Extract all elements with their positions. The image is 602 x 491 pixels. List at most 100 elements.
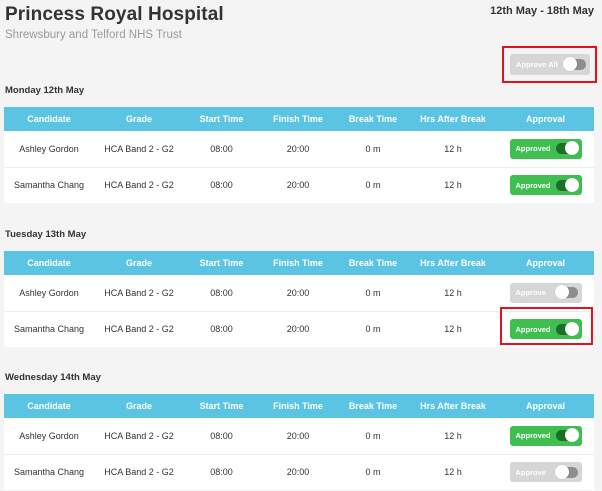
approval-cell: Approved	[497, 167, 594, 203]
finish-time-cell: 20:00	[286, 180, 310, 191]
break-time-cell: 0 m	[365, 430, 381, 441]
approve-all-label: Approve All	[516, 60, 558, 69]
approval-cell: Approved	[497, 311, 594, 347]
col-header-break-time: Break Time	[348, 258, 398, 268]
hrs-cell: 12 h	[444, 430, 462, 441]
table-header-row: Candidate Grade Start Time Finish Time B…	[4, 394, 594, 418]
finish-time-cell: 20:00	[286, 430, 310, 441]
approval-label: Approved	[515, 144, 551, 154]
hrs-cell: 12 h	[444, 324, 462, 335]
col-header-start-time: Start Time	[199, 401, 244, 411]
start-time-cell: 08:00	[210, 324, 233, 335]
start-time-cell: 08:00	[210, 467, 233, 478]
hospital-title: Princess Royal Hospital	[5, 4, 224, 25]
hrs-cell: 12 h	[444, 180, 462, 191]
approval-toggle[interactable]: Approved	[509, 138, 582, 159]
start-time-cell: 08:00	[210, 287, 233, 298]
col-header-hrs-after-break: Hrs After Break	[420, 258, 486, 268]
approve-all-highlight: Approve All	[502, 46, 597, 83]
grade-cell: HCA Band 2 - G2	[104, 143, 174, 154]
col-header-finish-time: Finish Time	[273, 401, 323, 411]
approval-cell: Approved	[497, 418, 594, 454]
candidate-cell: Samantha Chang	[13, 324, 85, 335]
candidate-cell: Ashley Gordon	[19, 287, 79, 298]
grade-cell: HCA Band 2 - G2	[104, 287, 174, 298]
grade-cell: HCA Band 2 - G2	[104, 430, 174, 441]
approval-toggle[interactable]: Approved	[509, 319, 582, 340]
trust-subtitle: Shrewsbury and Telford NHS Trust	[5, 29, 182, 41]
approval-cell: Approve	[497, 454, 594, 490]
approval-cell: Approved	[497, 131, 594, 167]
finish-time-cell: 20:00	[286, 324, 310, 335]
start-time-cell: 08:00	[210, 430, 233, 441]
approval-toggle[interactable]: Approve	[509, 282, 582, 303]
approval-label: Approved	[515, 180, 551, 190]
table-row: Samantha Chang HCA Band 2 - G2 08:00 20:…	[4, 454, 594, 490]
col-header-grade: Grade	[125, 401, 152, 411]
grade-cell: HCA Band 2 - G2	[104, 324, 174, 335]
finish-time-cell: 20:00	[286, 467, 310, 478]
table-header-row: Candidate Grade Start Time Finish Time B…	[4, 107, 594, 131]
col-header-candidate: Candidate	[27, 258, 71, 268]
col-header-approval: Approval	[525, 258, 565, 268]
approval-cell: Approve	[497, 275, 594, 311]
table-row: Ashley Gordon HCA Band 2 - G2 08:00 20:0…	[4, 275, 594, 311]
candidate-cell: Samantha Chang	[13, 180, 85, 191]
col-header-finish-time: Finish Time	[273, 258, 323, 268]
grade-cell: HCA Band 2 - G2	[104, 180, 174, 191]
toggle-switch-icon	[555, 141, 579, 156]
date-range: 12th May - 18th May	[490, 5, 594, 17]
table-row: Ashley Gordon HCA Band 2 - G2 08:00 20:0…	[4, 131, 594, 167]
shift-table: Candidate Grade Start Time Finish Time B…	[4, 251, 594, 347]
table-row: Ashley Gordon HCA Band 2 - G2 08:00 20:0…	[4, 418, 594, 454]
col-header-start-time: Start Time	[199, 258, 244, 268]
break-time-cell: 0 m	[365, 467, 381, 478]
grade-cell: HCA Band 2 - G2	[104, 467, 174, 478]
table-header-row: Candidate Grade Start Time Finish Time B…	[4, 251, 594, 275]
approval-label: Approved	[515, 431, 551, 441]
col-header-break-time: Break Time	[348, 401, 398, 411]
approval-toggle[interactable]: Approved	[509, 175, 582, 196]
col-header-hrs-after-break: Hrs After Break	[420, 401, 486, 411]
approval-label: Approve	[515, 288, 546, 298]
col-header-hrs-after-break: Hrs After Break	[420, 114, 486, 124]
toggle-switch-icon	[554, 285, 578, 300]
day-section-tuesday: Tuesday 13th May Candidate Grade Start T…	[4, 229, 594, 347]
start-time-cell: 08:00	[210, 143, 233, 154]
break-time-cell: 0 m	[365, 143, 381, 154]
table-row: Samantha Chang HCA Band 2 - G2 08:00 20:…	[4, 311, 594, 347]
col-header-finish-time: Finish Time	[273, 114, 323, 124]
col-header-start-time: Start Time	[199, 114, 244, 124]
day-heading: Tuesday 13th May	[5, 229, 87, 240]
col-header-grade: Grade	[125, 114, 152, 124]
shift-table: Candidate Grade Start Time Finish Time B…	[4, 107, 594, 203]
toggle-switch-icon	[554, 464, 578, 479]
hrs-cell: 12 h	[444, 287, 462, 298]
toggle-switch-icon	[555, 321, 579, 336]
day-heading: Monday 12th May	[5, 85, 85, 96]
finish-time-cell: 20:00	[286, 287, 310, 298]
approve-all-toggle[interactable]: Approve All	[510, 54, 590, 75]
hrs-cell: 12 h	[444, 143, 462, 154]
start-time-cell: 08:00	[210, 180, 233, 191]
toggle-switch-icon	[555, 177, 579, 192]
col-header-approval: Approval	[525, 401, 565, 411]
break-time-cell: 0 m	[365, 180, 381, 191]
day-section-monday: Monday 12th May Candidate Grade Start Ti…	[4, 85, 594, 203]
col-header-candidate: Candidate	[27, 401, 71, 411]
shift-table: Candidate Grade Start Time Finish Time B…	[4, 394, 594, 490]
approval-label: Approve	[515, 467, 546, 477]
toggle-switch-icon	[555, 428, 579, 443]
break-time-cell: 0 m	[365, 324, 381, 335]
candidate-cell: Samantha Chang	[13, 467, 85, 478]
approval-toggle[interactable]: Approved	[509, 425, 582, 446]
approval-toggle[interactable]: Approve	[509, 462, 582, 483]
table-row: Samantha Chang HCA Band 2 - G2 08:00 20:…	[4, 167, 594, 203]
candidate-cell: Ashley Gordon	[19, 143, 79, 154]
col-header-approval: Approval	[525, 114, 565, 124]
candidate-cell: Ashley Gordon	[19, 430, 79, 441]
col-header-grade: Grade	[125, 258, 152, 268]
col-header-candidate: Candidate	[27, 114, 71, 124]
approval-label: Approved	[515, 324, 551, 334]
toggle-switch-icon	[563, 57, 586, 71]
